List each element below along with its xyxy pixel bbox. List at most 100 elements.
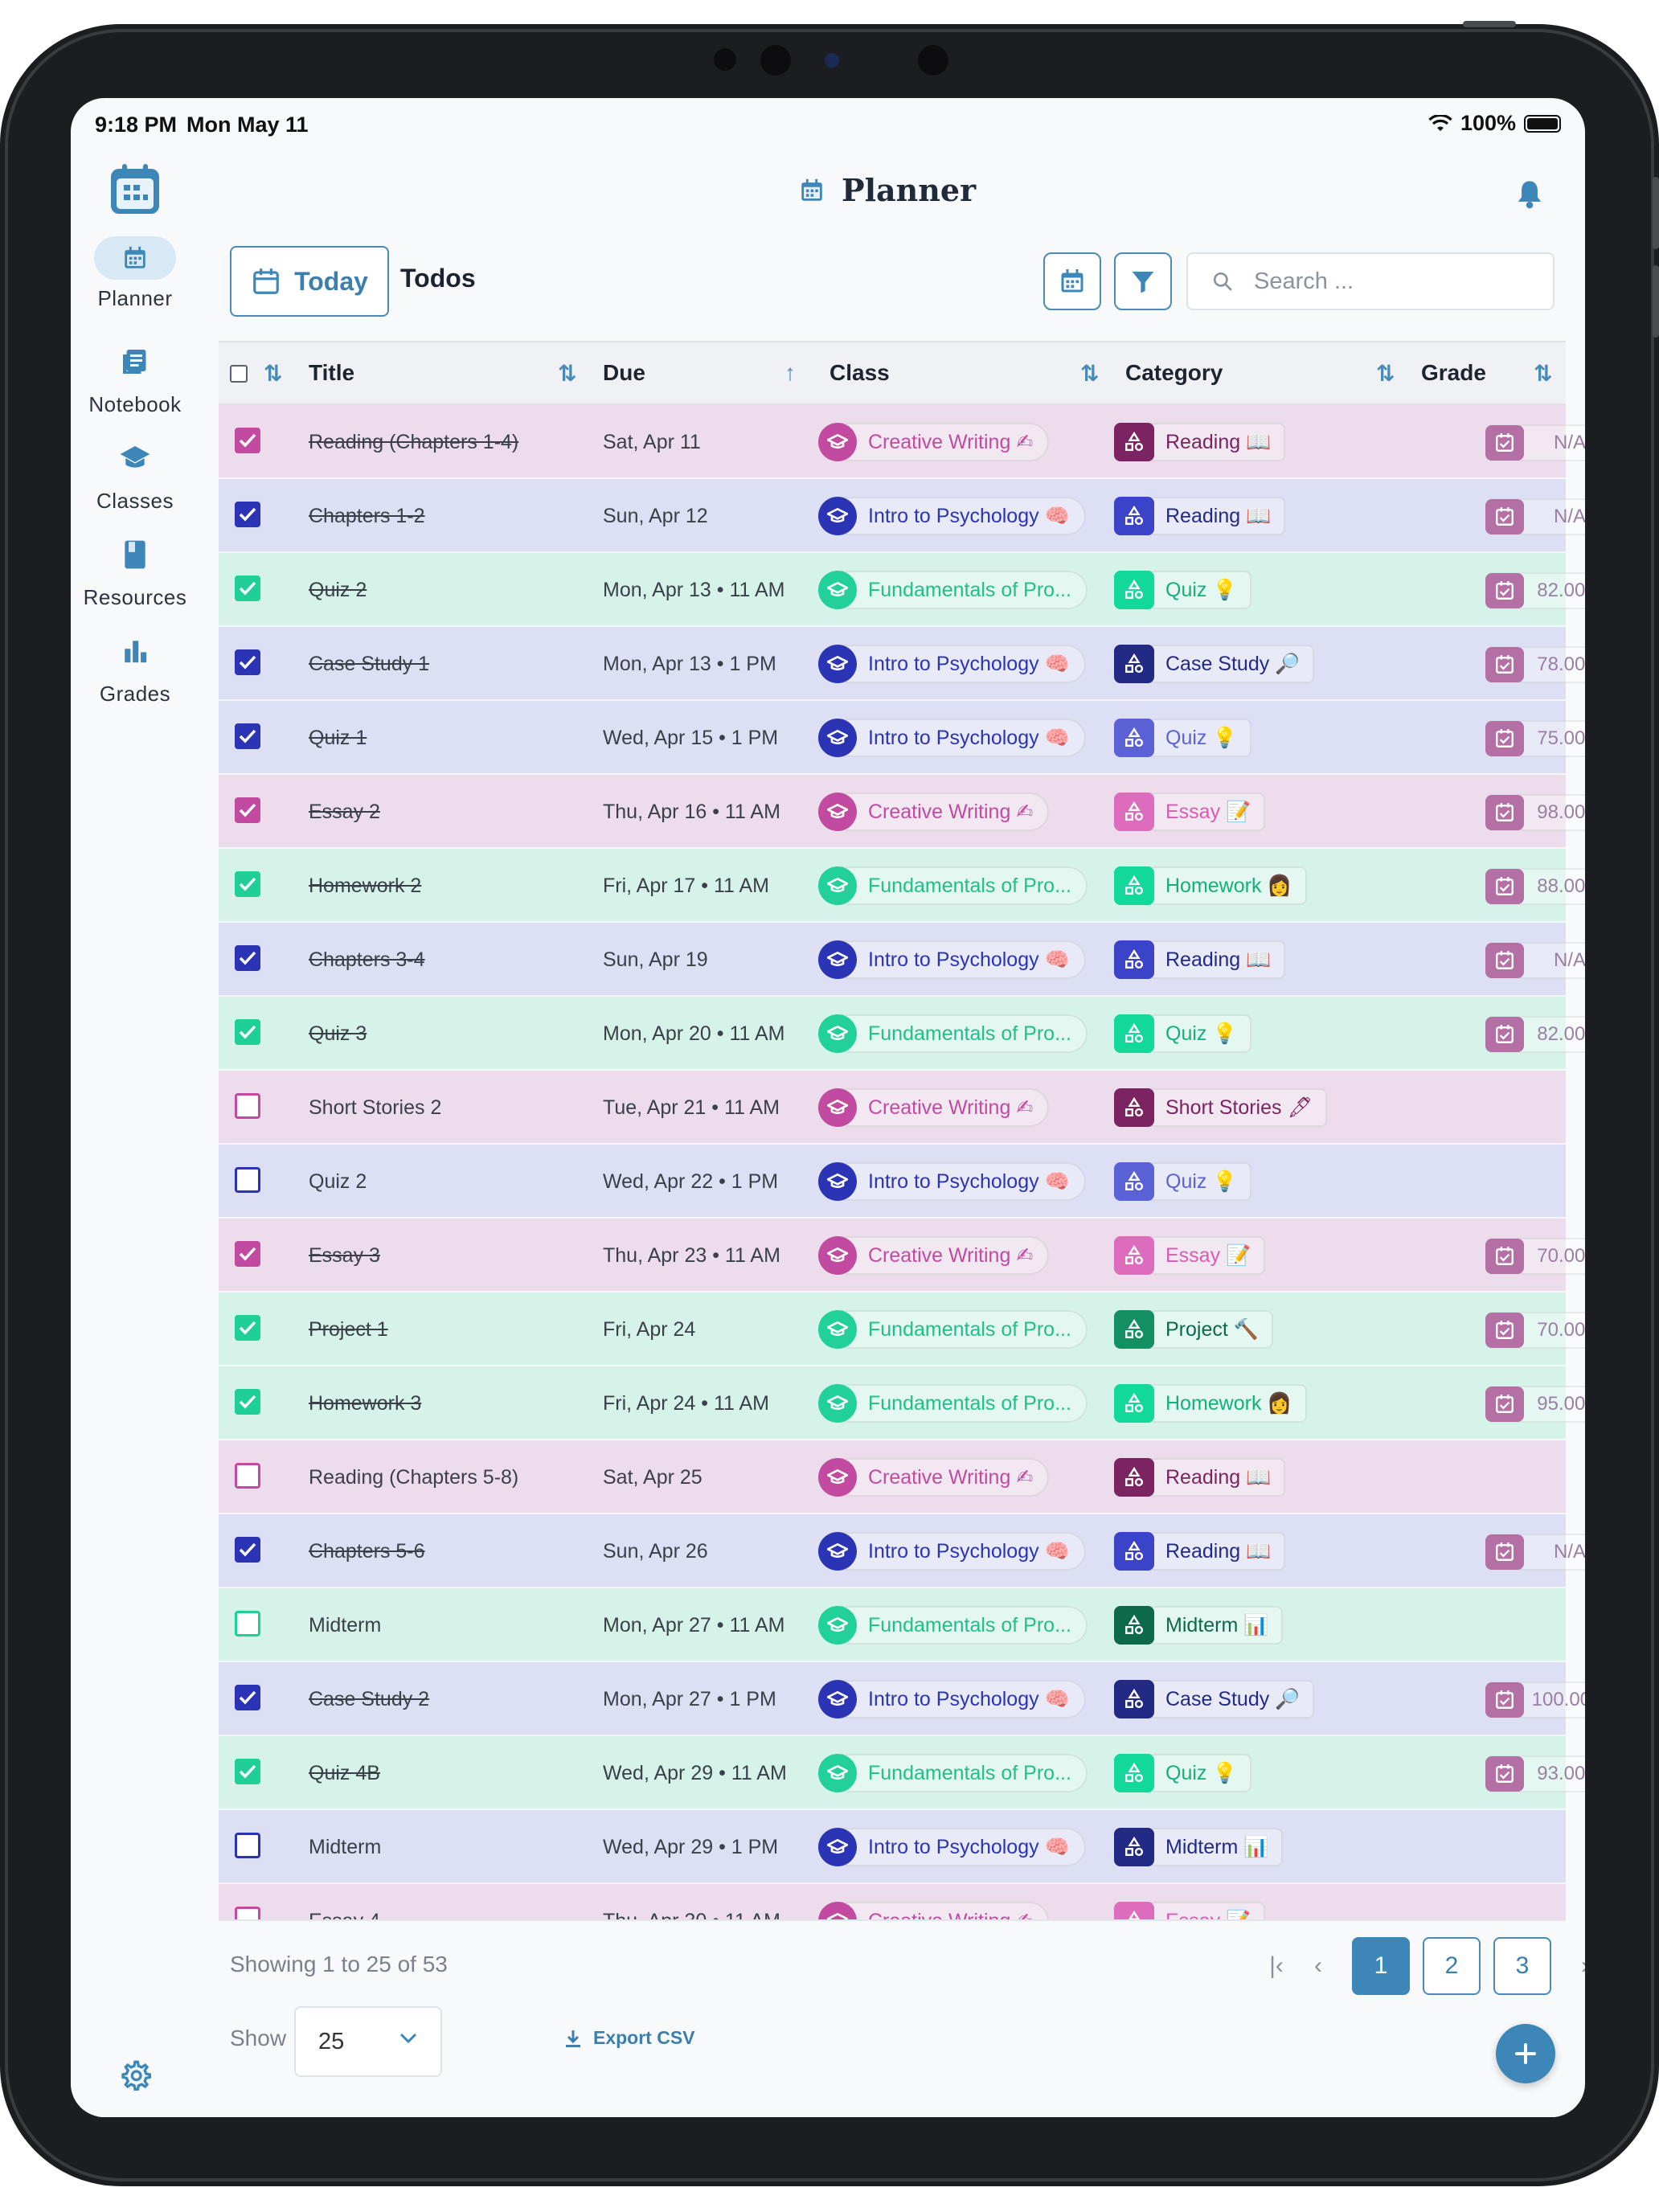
sidebar-item-notebook[interactable]: Notebook <box>71 339 199 417</box>
grade-badge[interactable]: 98.00% <box>1485 794 1585 831</box>
category-chip[interactable]: Reading 📖 <box>1114 423 1286 461</box>
sort-icon[interactable]: ⇅ <box>1534 360 1552 387</box>
todo-title[interactable]: Reading (Chapters 5-8) <box>309 1466 518 1489</box>
sidebar-item-classes[interactable]: Classes <box>71 436 199 514</box>
class-chip[interactable]: Fundamentals of Pro... <box>818 1754 1088 1792</box>
grade-badge[interactable]: 75.00% <box>1485 720 1585 757</box>
sort-icon[interactable]: ⇅ <box>558 360 576 387</box>
gear-icon[interactable] <box>119 2059 151 2091</box>
tab-todos[interactable]: Todos <box>400 264 476 293</box>
row-checkbox[interactable] <box>235 1315 260 1341</box>
category-chip[interactable]: Essay 📝 <box>1114 1236 1266 1275</box>
page-button-3[interactable]: 3 <box>1493 1937 1551 1995</box>
grade-badge[interactable]: N/A <box>1485 942 1585 979</box>
todo-title[interactable]: Reading (Chapters 1-4) <box>309 431 518 454</box>
todo-title[interactable]: Midterm <box>309 1836 381 1859</box>
app-logo-icon[interactable] <box>109 164 161 215</box>
grade-badge[interactable]: N/A <box>1485 424 1585 461</box>
todo-title[interactable]: Essay 3 <box>309 1244 380 1268</box>
table-row[interactable]: Reading (Chapters 1-4) Sat, Apr 11 Creativ… <box>219 405 1585 479</box>
class-chip[interactable]: Fundamentals of Pro... <box>818 866 1088 905</box>
table-row[interactable]: Chapters 5-6 Sun, Apr 26 Intro to Psycholo… <box>219 1514 1585 1588</box>
todo-title[interactable]: Homework 3 <box>309 1392 421 1415</box>
category-chip[interactable]: Quiz 💡 <box>1114 1162 1252 1201</box>
table-row[interactable]: Reading (Chapters 5-8) Sat, Apr 25 Creativ… <box>219 1440 1566 1514</box>
class-chip[interactable]: Intro to Psychology 🧠 <box>818 1162 1086 1201</box>
table-row[interactable]: Short Stories 2 Tue, Apr 21 • 11 AM Creati… <box>219 1071 1566 1145</box>
todo-title[interactable]: Quiz 3 <box>309 1022 367 1046</box>
todo-title[interactable]: Quiz 2 <box>309 1170 367 1194</box>
search-box[interactable] <box>1186 252 1555 310</box>
row-checkbox[interactable] <box>235 1759 260 1784</box>
row-checkbox[interactable] <box>235 1611 260 1636</box>
table-row[interactable]: Quiz 2 Mon, Apr 13 • 11 AM Fundamentals of… <box>219 553 1585 627</box>
grade-badge[interactable]: 82.00% <box>1485 572 1585 609</box>
row-checkbox[interactable] <box>235 1241 260 1267</box>
category-chip[interactable]: Reading 📖 <box>1114 1532 1286 1571</box>
column-header-due[interactable]: Due <box>603 360 645 386</box>
row-checkbox[interactable] <box>235 576 260 601</box>
class-chip[interactable]: Intro to Psychology 🧠 <box>818 1828 1086 1866</box>
row-checkbox[interactable] <box>235 1167 260 1193</box>
class-chip[interactable]: Intro to Psychology 🧠 <box>818 1680 1086 1718</box>
grade-badge[interactable]: 70.00% <box>1485 1312 1585 1349</box>
row-checkbox[interactable] <box>235 1019 260 1045</box>
grade-badge[interactable]: N/A <box>1485 498 1585 535</box>
column-header-grade[interactable]: Grade <box>1421 360 1486 386</box>
todo-title[interactable]: Midterm <box>309 1614 381 1637</box>
class-chip[interactable]: Intro to Psychology 🧠 <box>818 1532 1086 1571</box>
grade-badge[interactable]: 95.00% <box>1485 1386 1585 1423</box>
add-todo-button[interactable] <box>1496 2024 1555 2083</box>
sort-ascending-icon[interactable]: ↑ <box>784 360 796 386</box>
class-chip[interactable]: Creative Writing ✍ <box>818 1088 1050 1127</box>
row-checkbox[interactable] <box>235 1833 260 1858</box>
grade-badge[interactable]: 93.00% <box>1485 1755 1585 1792</box>
category-chip[interactable]: Reading 📖 <box>1114 940 1286 979</box>
category-chip[interactable]: Reading 📖 <box>1114 1458 1286 1497</box>
column-header-title[interactable]: Title <box>309 360 354 386</box>
table-row[interactable]: Chapters 1-2 Sun, Apr 12 Intro to Psycholo… <box>219 479 1585 553</box>
grade-badge[interactable]: 88.00% <box>1485 868 1585 905</box>
bell-icon[interactable] <box>1516 178 1543 209</box>
class-chip[interactable]: Fundamentals of Pro... <box>818 1310 1088 1349</box>
category-chip[interactable]: Case Study 🔎 <box>1114 645 1315 683</box>
calendar-view-button[interactable] <box>1043 252 1101 310</box>
table-row[interactable]: Essay 2 Thu, Apr 16 • 11 AM Creative Writi… <box>219 775 1585 849</box>
row-checkbox[interactable] <box>235 1463 260 1489</box>
category-chip[interactable]: Quiz 💡 <box>1114 1014 1252 1053</box>
class-chip[interactable]: Creative Writing ✍ <box>818 793 1050 831</box>
column-header-class[interactable]: Class <box>830 360 890 386</box>
page-button-1[interactable]: 1 <box>1352 1937 1410 1995</box>
category-chip[interactable]: Quiz 💡 <box>1114 571 1252 609</box>
todo-title[interactable]: Chapters 1-2 <box>309 505 425 528</box>
grade-badge[interactable]: 100.00% <box>1485 1682 1585 1718</box>
today-button[interactable]: Today <box>230 246 389 317</box>
sort-icon[interactable]: ⇅ <box>1376 360 1395 387</box>
prev-page-icon[interactable]: ‹ <box>1297 1952 1339 1980</box>
class-chip[interactable]: Creative Writing ✍ <box>818 1458 1050 1497</box>
sort-icon[interactable]: ⇅ <box>1080 360 1099 387</box>
column-header-category[interactable]: Category <box>1125 360 1223 386</box>
category-chip[interactable]: Project 🔨 <box>1114 1310 1273 1349</box>
table-row[interactable]: Quiz 4B Wed, Apr 29 • 11 AM Fundamentals o… <box>219 1736 1585 1810</box>
table-row[interactable]: Chapters 3-4 Sun, Apr 19 Intro to Psycholo… <box>219 923 1585 997</box>
row-checkbox[interactable] <box>235 649 260 675</box>
page-size-select[interactable]: 25 <box>294 2006 442 2077</box>
table-row[interactable]: Essay 3 Thu, Apr 23 • 11 AM Creative Writi… <box>219 1219 1585 1292</box>
table-row[interactable]: Homework 2 Fri, Apr 17 • 11 AM Fundamental… <box>219 849 1585 923</box>
row-checkbox[interactable] <box>235 1093 260 1119</box>
todo-title[interactable]: Chapters 3-4 <box>309 948 425 972</box>
todo-title[interactable]: Homework 2 <box>309 875 421 898</box>
class-chip[interactable]: Fundamentals of Pro... <box>818 1606 1088 1645</box>
category-chip[interactable]: Quiz 💡 <box>1114 1754 1252 1792</box>
category-chip[interactable]: Short Stories 🖋 <box>1114 1088 1328 1127</box>
todo-title[interactable]: Essay 2 <box>309 801 380 824</box>
export-csv-button[interactable]: Export CSV <box>564 2027 695 2049</box>
sidebar-item-grades[interactable]: Grades <box>71 629 199 707</box>
grade-badge[interactable]: 70.00% <box>1485 1238 1585 1275</box>
grade-badge[interactable]: N/A <box>1485 1534 1585 1571</box>
first-page-icon[interactable]: |‹ <box>1256 1952 1297 1980</box>
class-chip[interactable]: Creative Writing ✍ <box>818 423 1050 461</box>
table-row[interactable]: Case Study 1 Mon, Apr 13 • 1 PM Intro to P… <box>219 627 1585 701</box>
category-chip[interactable]: Midterm 📊 <box>1114 1828 1284 1866</box>
